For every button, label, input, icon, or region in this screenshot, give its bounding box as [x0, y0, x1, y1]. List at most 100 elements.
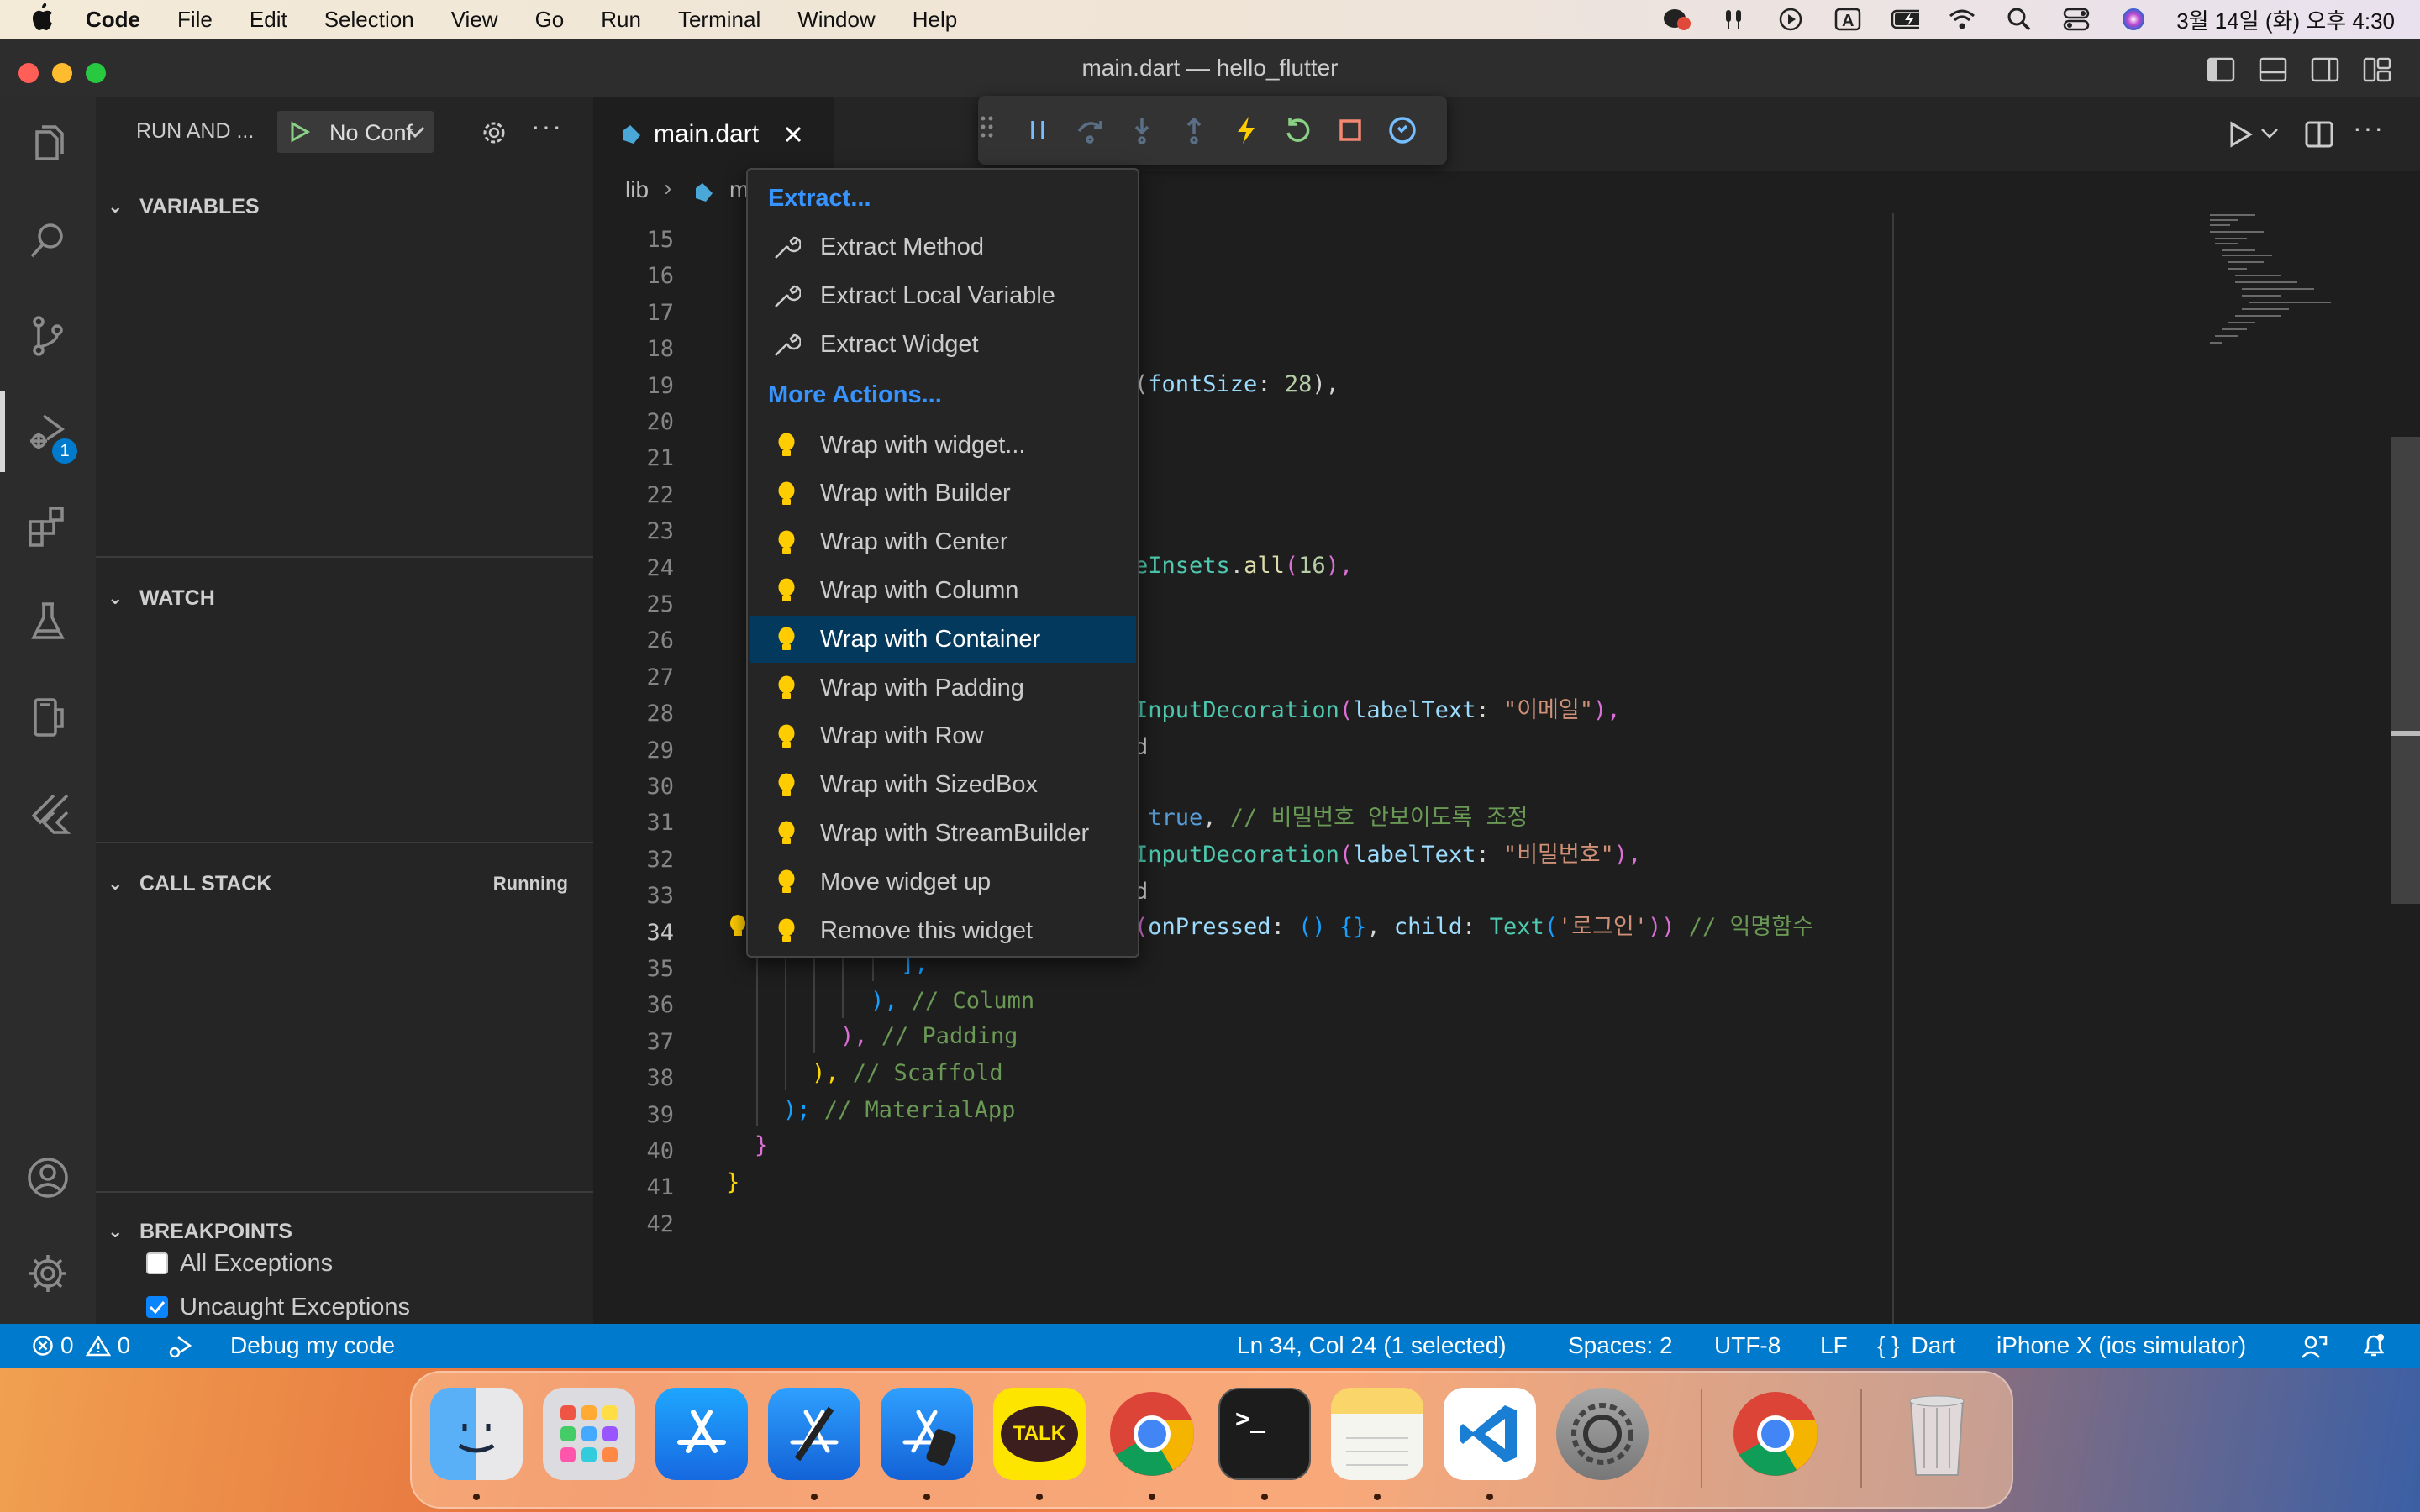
editor-more-actions-icon[interactable]: ···	[2353, 113, 2385, 144]
app-store-icon[interactable]	[655, 1388, 748, 1480]
toggle-primary-sidebar-icon[interactable]	[2207, 57, 2235, 88]
run-file-icon[interactable]	[2225, 119, 2255, 150]
launchpad-icon[interactable]	[543, 1388, 635, 1480]
close-tab-icon[interactable]	[784, 125, 802, 144]
control-center-icon[interactable]	[2062, 8, 2091, 31]
breakpoint-all-exceptions[interactable]: All Exceptions	[146, 1243, 333, 1284]
debug-configuration-label[interactable]: Debug my code	[230, 1324, 395, 1368]
action-extract-widget[interactable]: Extract Widget	[750, 321, 1136, 368]
restart-icon[interactable]	[1272, 104, 1324, 156]
breadcrumb-lib[interactable]: lib	[625, 176, 649, 203]
step-over-icon[interactable]	[1064, 104, 1116, 156]
extensions-icon[interactable]	[0, 486, 96, 566]
action-wrap-with-container[interactable]: Wrap with Container	[750, 616, 1136, 664]
tab-main-dart[interactable]: main.dart	[593, 97, 834, 171]
action-wrap-with-center[interactable]: Wrap with Center	[750, 519, 1136, 566]
action-remove-this-widget[interactable]: Remove this widget	[750, 907, 1136, 954]
end-of-line[interactable]: LF	[1820, 1324, 1848, 1368]
code-line-40[interactable]: }	[755, 1127, 768, 1163]
chevron-down-icon[interactable]	[2260, 128, 2279, 141]
notes-icon[interactable]	[1331, 1388, 1423, 1480]
accounts-icon[interactable]	[0, 1137, 96, 1218]
vscode-icon[interactable]	[1444, 1388, 1536, 1480]
explorer-icon[interactable]	[0, 106, 96, 186]
menu-edit[interactable]: Edit	[250, 7, 287, 33]
menu-go[interactable]: Go	[535, 7, 565, 33]
all-exceptions-checkbox[interactable]	[146, 1252, 168, 1274]
breakpoint-uncaught-exceptions[interactable]: Uncaught Exceptions	[146, 1287, 410, 1327]
action-wrap-with-widget[interactable]: Wrap with widget...	[750, 422, 1136, 469]
code-action-lightbulb-icon[interactable]	[729, 914, 746, 939]
action-extract-method[interactable]: Extract Method	[750, 223, 1136, 270]
action-wrap-with-streambuilder[interactable]: Wrap with StreamBuilder	[750, 810, 1136, 857]
zoom-window-button[interactable]	[86, 63, 106, 83]
chrome-icon[interactable]	[1106, 1388, 1198, 1480]
run-and-debug-icon[interactable]	[0, 391, 96, 472]
more-actions-icon[interactable]: ···	[531, 111, 563, 142]
action-wrap-with-column[interactable]: Wrap with Column	[750, 567, 1136, 614]
code-line-31[interactable]: true, // 비밀번호 안보이도록 조정	[1134, 800, 1528, 836]
wifi-icon[interactable]	[1948, 8, 1976, 31]
encoding[interactable]: UTF-8	[1714, 1324, 1781, 1368]
code-line-34[interactable]: (onPressed: () {}, child: Text('로그인')) /…	[1134, 909, 1813, 945]
watch-section-header[interactable]: ⌄ WATCH	[96, 581, 593, 615]
finder-icon[interactable]	[430, 1388, 523, 1480]
action-wrap-with-padding[interactable]: Wrap with Padding	[750, 664, 1136, 711]
problems-indicator[interactable]: 0 0	[32, 1324, 130, 1368]
code-line-24[interactable]: eInsets.all(16),	[1134, 548, 1353, 584]
editor-scrollbar-thumb[interactable]	[2391, 437, 2420, 904]
menu-app-name[interactable]: Code	[86, 7, 140, 33]
hot-reload-icon[interactable]	[1220, 104, 1272, 156]
action-extract-local-variable[interactable]: Extract Local Variable	[750, 272, 1136, 319]
system-settings-icon[interactable]	[1556, 1388, 1649, 1480]
battery-icon[interactable]	[1891, 8, 1920, 31]
drag-handle-icon[interactable]	[978, 104, 1012, 156]
spotlight-search-icon[interactable]	[2005, 8, 2033, 31]
menu-help[interactable]: Help	[913, 7, 957, 33]
split-editor-icon[interactable]	[2304, 119, 2334, 150]
code-line-36[interactable]: ), // Column	[871, 983, 1034, 1019]
chrome-window-icon[interactable]	[1729, 1388, 1822, 1480]
apple-icon[interactable]	[30, 3, 54, 36]
step-into-icon[interactable]	[1116, 104, 1168, 156]
menu-selection[interactable]: Selection	[324, 7, 414, 33]
terminal-icon[interactable]: >_	[1218, 1388, 1311, 1480]
trash-icon[interactable]	[1891, 1388, 1983, 1480]
notification-app-icon[interactable]	[1662, 8, 1691, 31]
source-control-icon[interactable]	[0, 296, 96, 376]
pause-icon[interactable]	[1012, 104, 1064, 156]
menu-view[interactable]: View	[451, 7, 498, 33]
action-move-widget-up[interactable]: Move widget up	[750, 858, 1136, 906]
notifications-bell-icon[interactable]	[2361, 1332, 2386, 1359]
menu-terminal[interactable]: Terminal	[678, 7, 760, 33]
close-window-button[interactable]	[18, 63, 39, 83]
play-circle-icon[interactable]	[1776, 8, 1805, 31]
open-launch-json-gear-icon[interactable]	[479, 118, 509, 148]
code-line-39[interactable]: ); // MaterialApp	[783, 1092, 1015, 1128]
input-source-icon[interactable]: A	[1833, 8, 1862, 31]
toggle-secondary-sidebar-icon[interactable]	[2311, 57, 2339, 88]
menu-clock[interactable]: 3월 14일 (화) 오후 4:30	[2176, 4, 2395, 35]
customize-layout-icon[interactable]	[2363, 57, 2391, 88]
kakaotalk-icon[interactable]: TALK	[993, 1388, 1086, 1480]
start-debugging-icon[interactable]	[287, 120, 311, 144]
xcode-icon[interactable]	[768, 1388, 860, 1480]
toggle-panel-icon[interactable]	[2259, 57, 2287, 88]
variables-section-header[interactable]: ⌄ VARIABLES	[96, 190, 593, 223]
siri-icon[interactable]	[2119, 8, 2148, 31]
step-out-icon[interactable]	[1168, 104, 1220, 156]
action-wrap-with-sizedbox[interactable]: Wrap with SizedBox	[750, 762, 1136, 809]
cursor-position[interactable]: Ln 34, Col 24 (1 selected)	[1237, 1324, 1507, 1368]
code-line-41[interactable]: }	[726, 1164, 739, 1200]
stop-icon[interactable]	[1324, 104, 1376, 156]
action-wrap-with-builder[interactable]: Wrap with Builder	[750, 470, 1136, 517]
code-line-38[interactable]: ), // Scaffold	[812, 1055, 1003, 1091]
device-manager-icon[interactable]	[0, 677, 96, 758]
flutter-icon[interactable]	[0, 773, 96, 853]
uncaught-exceptions-checkbox[interactable]	[146, 1296, 168, 1318]
devtools-icon[interactable]	[1376, 104, 1428, 156]
flutter-device[interactable]: iPhone X (ios simulator)	[1996, 1324, 2246, 1368]
minimize-window-button[interactable]	[52, 63, 72, 83]
action-wrap-with-row[interactable]: Wrap with Row	[750, 713, 1136, 760]
code-line-37[interactable]: ), // Padding	[840, 1018, 1018, 1054]
